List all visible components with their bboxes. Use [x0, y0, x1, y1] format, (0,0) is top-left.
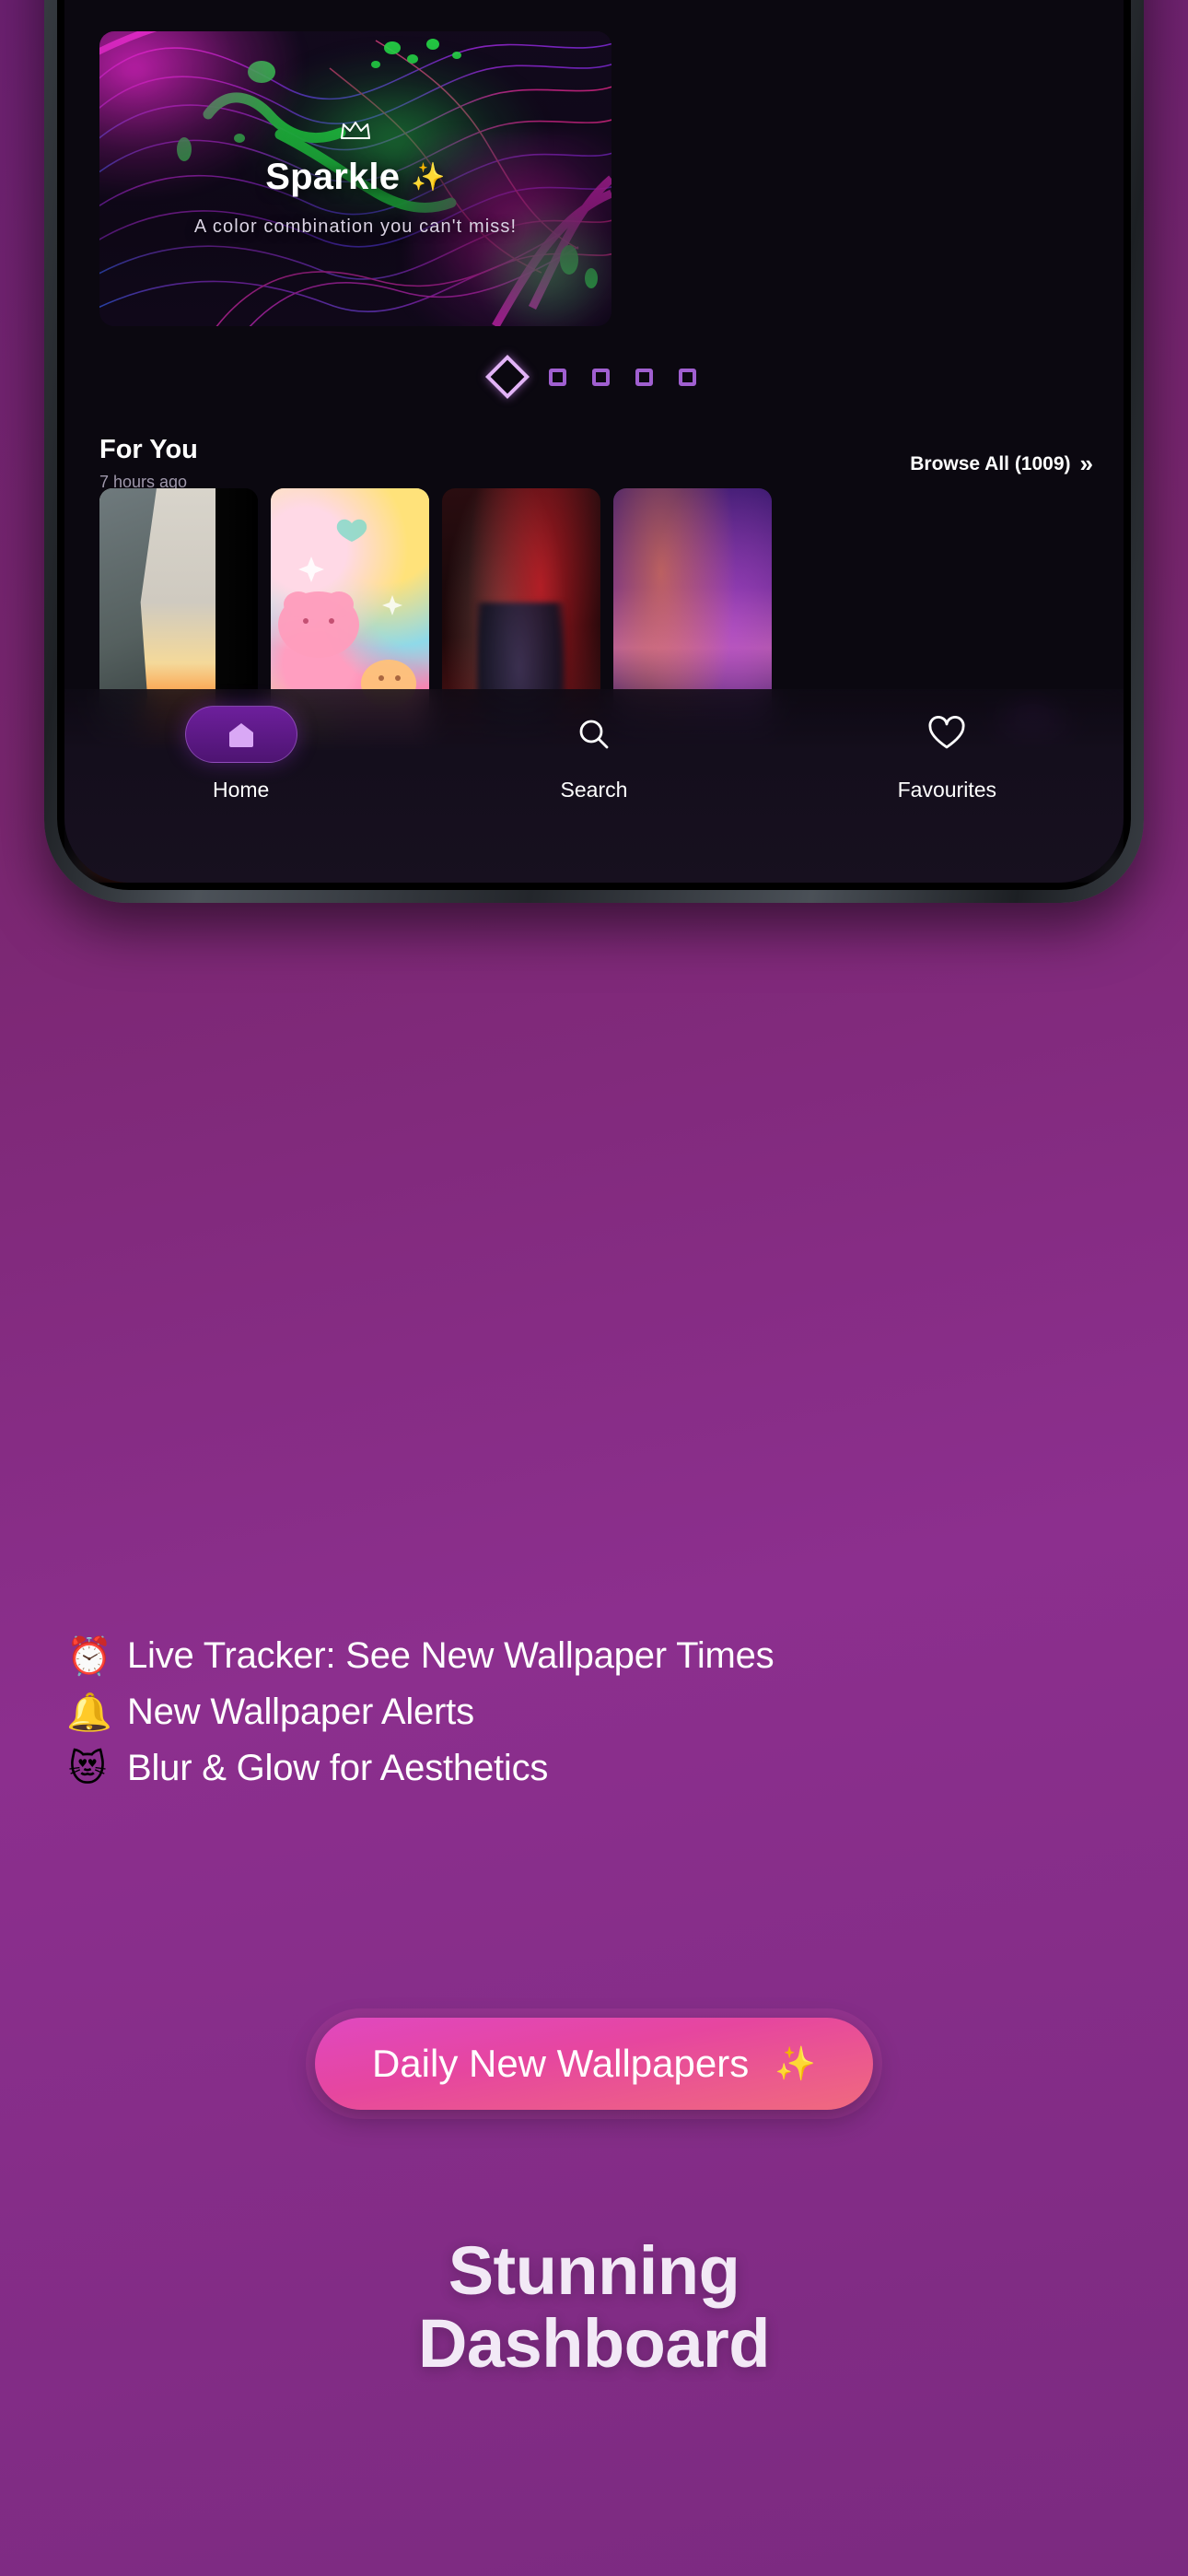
bottom-navigation-bar[interactable]: Home Search Favourites	[64, 689, 1124, 883]
cta-wrapper: Daily New Wallpapers ✨	[0, 2018, 1188, 2110]
home-active-pill[interactable]	[184, 706, 297, 763]
search-icon-wrap[interactable]	[538, 706, 650, 763]
feature-row: ⏰ Live Tracker: See New Wallpaper Times	[66, 1635, 1125, 1677]
feature-label: Blur & Glow for Aesthetics	[127, 1748, 549, 1788]
home-icon	[228, 723, 253, 747]
hero-subtitle: A color combination you can't miss!	[193, 217, 518, 237]
feature-row: 🔔 New Wallpaper Alerts	[66, 1692, 1125, 1733]
sparkle-icon: ✨	[775, 2045, 817, 2083]
carousel-indicators[interactable]	[64, 354, 1124, 400]
page-headline: Stunning Dashboard	[0, 2232, 1188, 2383]
hero-title: Sparkle ✨	[265, 157, 446, 198]
nav-label-home: Home	[212, 778, 270, 802]
carousel-indicator-3[interactable]	[592, 368, 610, 386]
daily-new-wallpapers-button[interactable]: Daily New Wallpapers ✨	[314, 2018, 874, 2110]
for-you-header: For You 7 hours ago Browse All (1009) »	[99, 435, 1094, 492]
heart-icon	[928, 716, 965, 749]
browse-all-button[interactable]: Browse All (1009) »	[910, 450, 1094, 478]
carousel-indicator-2[interactable]	[549, 368, 566, 386]
browse-all-label: Browse All (1009)	[910, 452, 1071, 474]
nav-item-home[interactable]: Home	[149, 706, 333, 802]
alarm-clock-icon: ⏰	[66, 1634, 112, 1678]
nav-label-favourites: Favourites	[897, 778, 996, 802]
phone-bezel: Sparkle ✨ A color combination you can't …	[57, 0, 1131, 890]
headline-line-2: Dashboard	[417, 2305, 771, 2383]
nav-item-favourites[interactable]: Favourites	[855, 706, 1039, 802]
search-icon	[579, 720, 609, 749]
feature-label: New Wallpaper Alerts	[127, 1692, 474, 1732]
cta-label: Daily New Wallpapers	[371, 2042, 750, 2085]
bell-icon: 🔔	[66, 1691, 112, 1734]
double-chevron-right-icon: »	[1079, 450, 1094, 477]
section-title: For You	[99, 435, 198, 464]
sparkle-icon: ✨	[411, 161, 446, 193]
hero-text-block: Sparkle ✨ A color combination you can't …	[99, 31, 611, 326]
carousel-indicator-active[interactable]	[484, 354, 530, 400]
phone-mockup: Sparkle ✨ A color combination you can't …	[44, 0, 1144, 903]
featured-hero-card[interactable]: Sparkle ✨ A color combination you can't …	[99, 31, 611, 326]
carousel-indicator-5[interactable]	[679, 368, 696, 386]
nav-item-search[interactable]: Search	[502, 706, 686, 802]
feature-row: 😻 Blur & Glow for Aesthetics	[66, 1748, 1125, 1789]
feature-list: ⏰ Live Tracker: See New Wallpaper Times …	[66, 1635, 1125, 1789]
app-screen: Sparkle ✨ A color combination you can't …	[64, 0, 1124, 883]
heart-icon-wrap[interactable]	[891, 706, 1003, 763]
nav-label-search: Search	[560, 778, 628, 802]
carousel-indicator-4[interactable]	[635, 368, 653, 386]
for-you-title-group: For You 7 hours ago	[99, 435, 198, 492]
hero-title-text: Sparkle	[265, 157, 401, 197]
crown-icon	[341, 122, 370, 139]
heart-eyes-cat-icon: 😻	[68, 1747, 107, 1790]
headline-line-1: Stunning	[448, 2232, 740, 2309]
feature-label: Live Tracker: See New Wallpaper Times	[127, 1635, 775, 1676]
